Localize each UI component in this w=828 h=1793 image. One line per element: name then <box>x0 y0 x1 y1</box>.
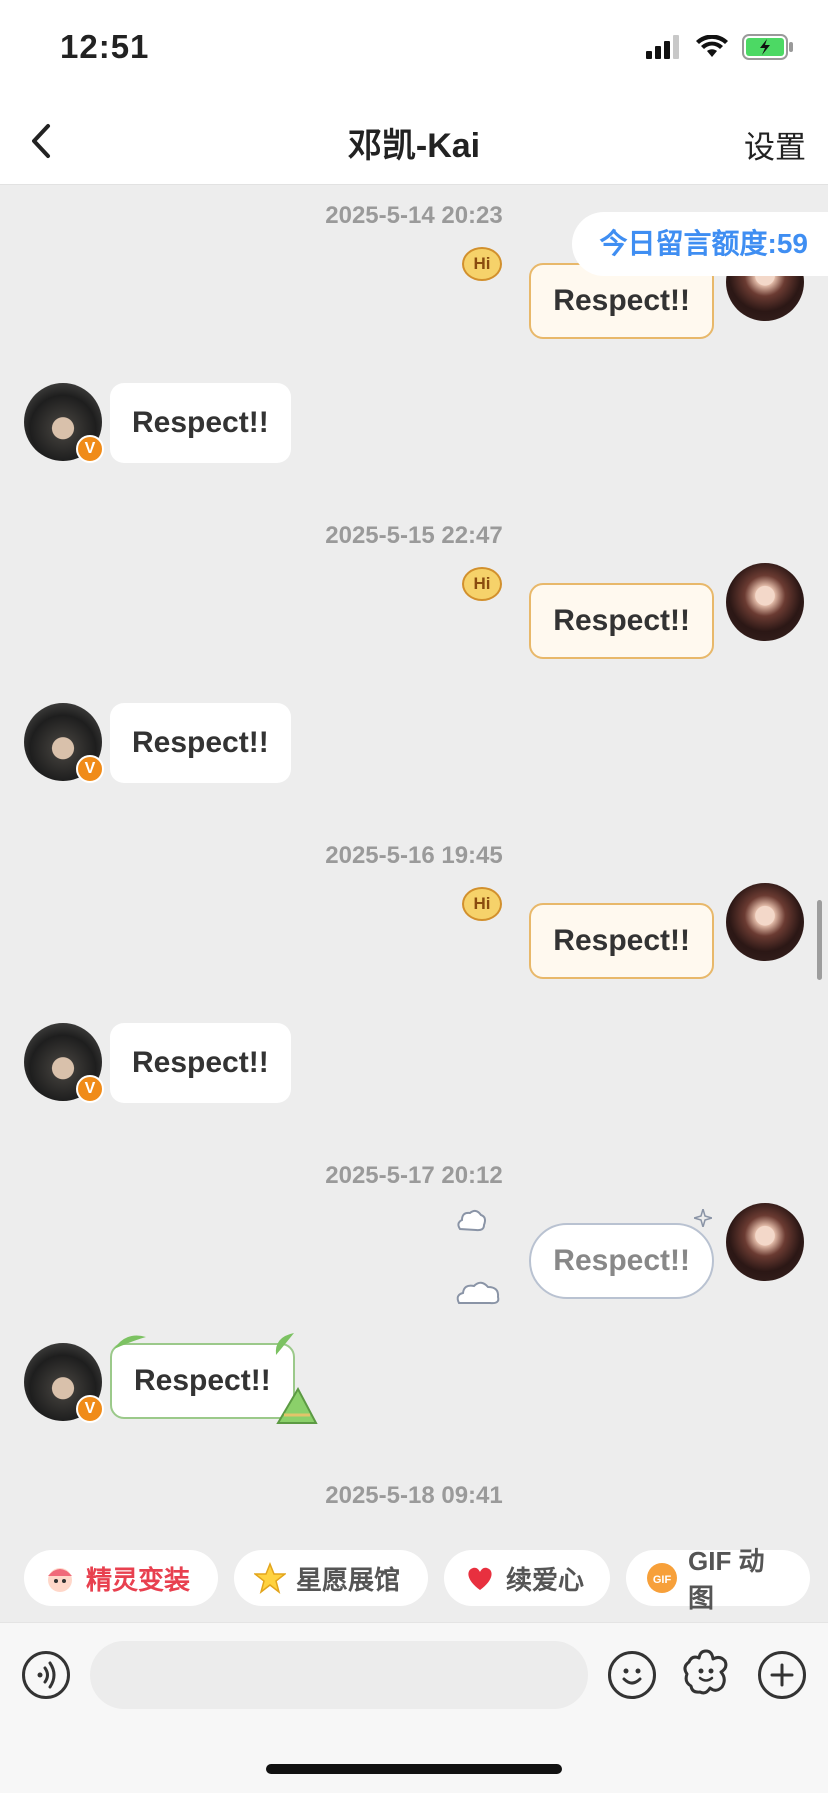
received-message-bubble[interactable]: Respect!! <box>110 703 291 783</box>
nav-bar: 邓凯-Kai 设置 <box>0 100 828 185</box>
wifi-icon <box>696 35 728 57</box>
message-text: Respect!! <box>553 284 690 317</box>
quick-tag-heart[interactable]: 续爱心 <box>444 1550 610 1606</box>
status-time: 12:51 <box>60 28 150 65</box>
quick-tag-elf-costume[interactable]: 精灵变装 <box>24 1550 218 1606</box>
quick-tag-gif[interactable]: GIF GIF 动图 <box>626 1546 810 1613</box>
received-message-bubble[interactable]: Respect!! <box>110 1023 291 1103</box>
message-text: Respect!! <box>132 726 269 759</box>
settings-button[interactable]: 设置 <box>744 122 806 167</box>
cloud-doodle-icon <box>456 1281 500 1305</box>
message-timestamp: 2025-5-15 22:47 <box>325 522 503 549</box>
hi-bubble-decoration: Hi <box>462 887 502 921</box>
hi-bubble-decoration: Hi <box>462 567 502 601</box>
heart-icon <box>464 1562 496 1594</box>
received-message-bubble[interactable]: Respect!! <box>110 383 291 463</box>
sent-message-bubble[interactable]: Respect!! <box>529 1223 714 1299</box>
message-text: Respect!! <box>134 1364 271 1397</box>
sent-message-bubble[interactable]: Respect!! <box>529 903 714 979</box>
message-text: Respect!! <box>553 924 690 957</box>
star-icon <box>254 1562 286 1594</box>
emoji-icon <box>622 1668 642 1685</box>
voice-icon <box>37 1661 56 1689</box>
message-input[interactable] <box>90 1641 588 1709</box>
leaf-decoration-icon <box>275 1333 294 1355</box>
cloud-doodle-icon <box>457 1209 486 1232</box>
message-quota-badge: 今日留言额度:59 <box>571 212 828 276</box>
verified-badge-icon: V <box>76 435 104 463</box>
gif-icon: GIF <box>646 1562 678 1594</box>
plus-icon <box>770 1663 794 1687</box>
my-avatar[interactable] <box>726 1203 804 1281</box>
sticker-icon[interactable] <box>680 1647 732 1699</box>
received-message-bubble[interactable]: Respect!! <box>110 1343 295 1419</box>
chat-title: 邓凯-Kai <box>347 127 481 165</box>
message-timestamp: 2025-5-18 09:41 <box>325 1482 503 1509</box>
message-timestamp: 2025-5-17 20:12 <box>325 1162 503 1189</box>
leaf-decoration-icon <box>114 1335 146 1349</box>
quick-tag-label: 星愿展馆 <box>296 1564 401 1595</box>
chat-area[interactable]: 2025-5-14 20:23 Respect!! Hi V Respect!!… <box>0 185 828 1530</box>
voice-button[interactable] <box>22 1651 70 1699</box>
quick-tag-label: 续爱心 <box>506 1564 585 1595</box>
chat-scrollbar[interactable] <box>817 900 822 980</box>
home-indicator <box>266 1764 562 1774</box>
quick-tag-star-gallery[interactable]: 星愿展馆 <box>234 1550 428 1606</box>
message-timestamp: 2025-5-16 19:45 <box>325 842 503 869</box>
message-text: Respect!! <box>132 406 269 439</box>
signal-icon <box>646 35 679 59</box>
quick-action-bar: 精灵变装 星愿展馆 续爱心 GIF GIF 动图 <box>0 1540 828 1620</box>
zongzi-decoration-icon <box>276 1386 318 1424</box>
hi-bubble-decoration: Hi <box>462 247 502 281</box>
gif-icon-text: GIF <box>653 1574 672 1586</box>
message-text: Respect!! <box>553 604 690 637</box>
verified-badge-icon: V <box>76 1075 104 1103</box>
status-icons <box>646 34 794 60</box>
verified-badge-icon: V <box>76 755 104 783</box>
battery-icon <box>742 34 793 60</box>
status-bar: 12:51 <box>0 0 828 100</box>
quick-tag-label: GIF 动图 <box>688 1546 765 1613</box>
sparkle-icon <box>694 1209 712 1227</box>
message-text: Respect!! <box>132 1046 269 1079</box>
message-text: Respect!! <box>553 1244 690 1277</box>
verified-badge-icon: V <box>76 1395 104 1423</box>
elf-icon <box>44 1562 76 1594</box>
quick-tag-label: 精灵变装 <box>86 1564 191 1595</box>
my-avatar[interactable] <box>726 563 804 641</box>
more-button[interactable] <box>758 1651 806 1699</box>
sent-message-bubble[interactable]: Respect!! <box>529 583 714 659</box>
emoji-button[interactable] <box>608 1651 656 1699</box>
my-avatar[interactable] <box>726 883 804 961</box>
